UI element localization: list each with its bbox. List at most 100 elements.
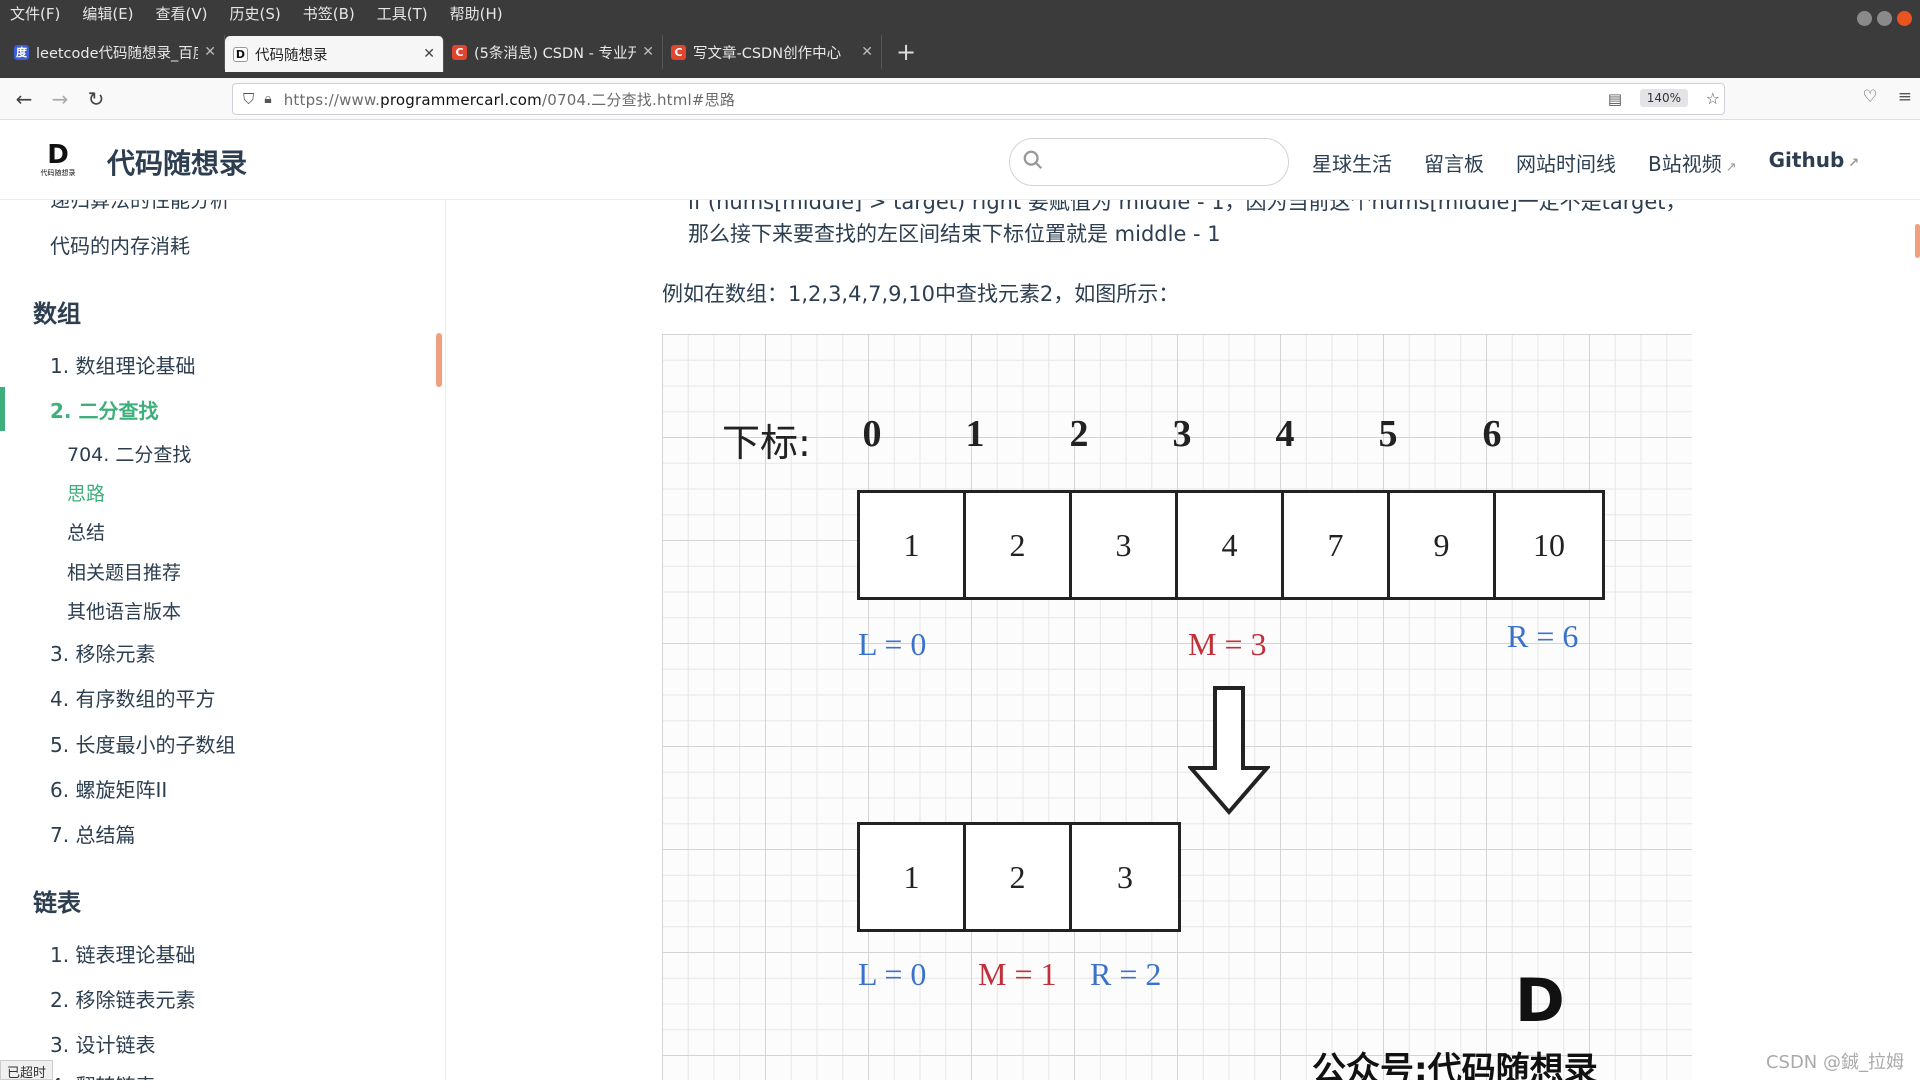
nav-bar: ← → ↻ ⛉ 🔒︎ https://www.programmercarl.co… [0, 78, 1920, 120]
array-cell: 1 [860, 493, 966, 597]
site-icon: D [233, 47, 248, 62]
menu-tools[interactable]: 工具(T) [377, 3, 428, 24]
paragraph: 那么接下来要查找的左区间结束下标位置就是 middle - 1 [688, 218, 1221, 248]
middle-pointer-label: M = 3 [1188, 626, 1267, 663]
shield-icon[interactable]: ⛉ [243, 90, 254, 108]
menu-bookmarks[interactable]: 书签(B) [303, 3, 355, 24]
zoom-level[interactable]: 140% [1640, 89, 1688, 107]
index-5: 5 [1368, 412, 1408, 456]
down-arrow-icon [1188, 686, 1270, 816]
tab-title: 写文章-CSDN创作中心 [693, 42, 855, 63]
reload-button[interactable]: ↻ [78, 87, 114, 111]
site-logo[interactable]: D 代码随想录 [40, 142, 76, 182]
url-text[interactable]: https://www.programmercarl.com/0704.二分查找… [284, 89, 735, 110]
sidebar-item[interactable]: 7. 总结篇 [50, 819, 135, 848]
sidebar-item[interactable]: 5. 长度最小的子数组 [50, 729, 235, 758]
sidebar-item[interactable]: 3. 移除元素 [50, 638, 155, 667]
sidebar: 递归算法的性能分析 代码的内存消耗 数组 1. 数组理论基础 2. 二分查找 7… [0, 200, 446, 1080]
sidebar-item[interactable]: 代码的内存消耗 [50, 230, 190, 259]
window-controls [1857, 11, 1912, 26]
menu-view[interactable]: 查看(V) [156, 3, 208, 24]
sidebar-item[interactable]: 3. 设计链表 [50, 1029, 155, 1058]
baidu-icon: 度 [14, 45, 29, 60]
status-bar: 已超时 [0, 1060, 53, 1080]
close-icon[interactable]: ✕ [861, 44, 873, 60]
paragraph: if (nums[middle] > target) right 要赋值为 mi… [688, 200, 1687, 216]
array-cell: 3 [1072, 493, 1178, 597]
maximize-button[interactable] [1877, 11, 1892, 26]
index-label: 下标: [722, 412, 811, 467]
hamburger-menu-icon[interactable]: ≡ [1898, 87, 1912, 107]
nav-link-timeline[interactable]: 网站时间线 [1516, 148, 1616, 177]
sidebar-subitem[interactable]: 其他语言版本 [67, 597, 181, 624]
site-name[interactable]: 代码随想录 [107, 142, 247, 182]
array-cell: 7 [1284, 493, 1390, 597]
search-icon [1022, 149, 1044, 171]
external-link-icon: ↗ [1848, 156, 1859, 171]
csdn-icon: C [452, 45, 467, 60]
sidebar-group-array[interactable]: 数组 [33, 294, 81, 329]
menu-file[interactable]: 文件(F) [10, 3, 60, 24]
index-2: 2 [1059, 412, 1099, 456]
array-cell: 3 [1072, 825, 1178, 929]
sidebar-item[interactable]: 4. 有序数组的平方 [50, 683, 215, 712]
close-icon[interactable]: ✕ [204, 44, 216, 60]
sidebar-item-active[interactable]: 2. 二分查找 [50, 395, 158, 424]
menu-edit[interactable]: 编辑(E) [82, 3, 133, 24]
csdn-icon: C [671, 45, 686, 60]
sidebar-item[interactable]: 1. 链表理论基础 [50, 939, 195, 968]
index-1: 1 [955, 412, 995, 456]
nav-link-bilibili[interactable]: B站视频↗ [1648, 148, 1737, 177]
bookmark-star-icon[interactable]: ☆ [1706, 89, 1720, 108]
sidebar-item[interactable]: 6. 螺旋矩阵II [50, 774, 167, 803]
tab-title: 代码随想录 [255, 44, 417, 65]
binary-search-figure: 下标: 0 1 2 3 4 5 6 1 2 3 4 7 9 10 L = 0 M… [662, 334, 1692, 1080]
nav-link-planet[interactable]: 星球生活 [1312, 148, 1392, 177]
nav-link-guestbook[interactable]: 留言板 [1424, 148, 1484, 177]
sidebar-subitem[interactable]: 相关题目推荐 [67, 558, 181, 585]
sidebar-item[interactable]: 4. 翻转链表 [50, 1070, 155, 1080]
watermark-text: 公众号:代码随想录 [1312, 1042, 1598, 1080]
back-button[interactable]: ← [6, 87, 42, 111]
main-content: if (nums[middle] > target) right 要赋值为 mi… [446, 200, 1920, 1080]
tab-csdn-messages[interactable]: C (5条消息) CSDN - 专业开发 ✕ [444, 35, 663, 69]
new-tab-button[interactable]: + [896, 38, 916, 66]
pocket-icon[interactable]: ♡ [1863, 87, 1878, 107]
active-indicator [0, 387, 5, 431]
lock-icon[interactable]: 🔒︎ [264, 91, 271, 107]
paragraph: 例如在数组：1,2,3,4,7,9,10中查找元素2，如图所示： [662, 278, 1179, 308]
tab-baidu[interactable]: 度 leetcode代码随想录_百度 ✕ [6, 35, 225, 69]
site-header: D 代码随想录 代码随想录 星球生活 留言板 网站时间线 B站视频↗ Githu… [0, 120, 1920, 200]
nav-link-github[interactable]: Github↗ [1769, 148, 1860, 177]
array-cell: 2 [966, 825, 1072, 929]
close-window-button[interactable] [1897, 11, 1912, 26]
tab-programmercarl[interactable]: D 代码随想录 ✕ [225, 36, 444, 72]
sidebar-subitem[interactable]: 总结 [67, 518, 105, 545]
sidebar-scroll-thumb[interactable] [436, 333, 442, 387]
reader-view-icon[interactable]: ▤ [1608, 90, 1622, 108]
index-3: 3 [1162, 412, 1202, 456]
sidebar-item[interactable]: 1. 数组理论基础 [50, 350, 195, 379]
close-icon[interactable]: ✕ [642, 44, 654, 60]
sidebar-subitem-active[interactable]: 思路 [67, 479, 105, 506]
left-pointer-label: L = 0 [858, 626, 926, 663]
menu-help[interactable]: 帮助(H) [450, 3, 503, 24]
close-icon[interactable]: ✕ [423, 46, 435, 62]
csdn-watermark: CSDN @鋮_拉姆 [1766, 1048, 1904, 1074]
minimize-button[interactable] [1857, 11, 1872, 26]
url-bar[interactable]: ⛉ 🔒︎ https://www.programmercarl.com/0704… [232, 83, 1725, 115]
array-cell: 2 [966, 493, 1072, 597]
forward-button[interactable]: → [42, 87, 78, 111]
menu-history[interactable]: 历史(S) [230, 3, 281, 24]
page-scroll-thumb[interactable] [1915, 224, 1920, 258]
sidebar-item[interactable]: 递归算法的性能分析 [50, 200, 230, 213]
sidebar-subitem[interactable]: 704. 二分查找 [67, 440, 191, 467]
tab-csdn-write[interactable]: C 写文章-CSDN创作中心 ✕ [663, 35, 882, 69]
left-pointer-label: L = 0 [858, 956, 926, 993]
sidebar-item[interactable]: 2. 移除链表元素 [50, 984, 195, 1013]
watermark-logo: D [1515, 966, 1565, 1036]
external-link-icon: ↗ [1726, 160, 1737, 175]
tab-bar: 度 leetcode代码随想录_百度 ✕ D 代码随想录 ✕ C (5条消息) … [0, 26, 1920, 78]
search-input[interactable] [1009, 138, 1289, 186]
sidebar-group-linkedlist[interactable]: 链表 [33, 883, 81, 918]
